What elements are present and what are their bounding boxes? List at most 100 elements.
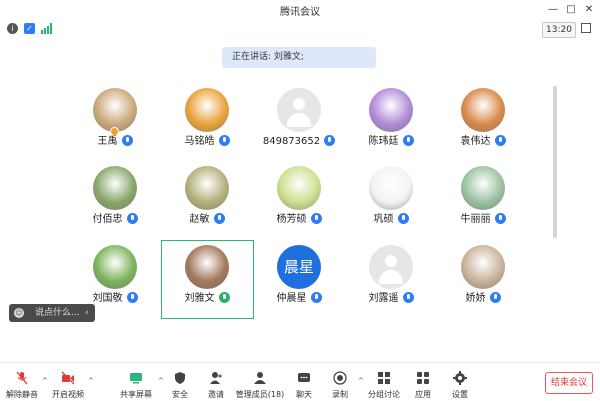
mic-status-icon bbox=[402, 135, 414, 146]
mic-status-icon bbox=[397, 213, 409, 224]
collapse-chevron-icon[interactable]: ‹ bbox=[85, 304, 89, 322]
chat-quick-input[interactable]: ☺ 说点什么... ‹ bbox=[9, 304, 95, 322]
participant-name-row: 849873652 bbox=[254, 135, 344, 149]
participant-name: 刘国敬 bbox=[92, 293, 123, 304]
participant-name-row: 陈玮廷 bbox=[346, 135, 436, 149]
participant-tile[interactable]: 马铭皓 bbox=[162, 88, 252, 168]
chat-icon bbox=[298, 373, 310, 382]
avatar bbox=[461, 166, 505, 210]
participant-name: 刘露遥 bbox=[368, 293, 399, 304]
participant-name-row: 仲晨星 bbox=[254, 292, 344, 306]
maximize-button[interactable]: □ bbox=[562, 2, 580, 18]
toolbar-gear-button[interactable]: 设置 bbox=[450, 363, 470, 401]
speaking-indicator: 正在讲话: 刘雅文; bbox=[222, 47, 376, 68]
participant-name-row: 马铭皓 bbox=[162, 135, 252, 149]
participant-tile[interactable]: 袁伟达 bbox=[438, 88, 528, 168]
participant-name-row: 巩硕 bbox=[346, 213, 436, 227]
toolbar-mic-muted-button[interactable]: 解除静音 bbox=[6, 363, 38, 401]
participant-name: 陈玮廷 bbox=[368, 136, 399, 147]
default-user-icon bbox=[293, 98, 305, 110]
grid-scrollbar[interactable] bbox=[553, 86, 557, 238]
participant-name-row: 赵敏 bbox=[162, 213, 252, 227]
chevron-up-icon[interactable]: ^ bbox=[158, 377, 164, 385]
default-user-body bbox=[287, 113, 311, 127]
shield-icon bbox=[175, 372, 185, 384]
meeting-timer: 13:20 bbox=[542, 22, 576, 38]
toolbar-share-screen-button[interactable]: 共享屏幕 bbox=[120, 363, 152, 401]
mic-status-icon bbox=[218, 135, 230, 146]
end-meeting-button[interactable]: 结束会议 bbox=[545, 372, 593, 394]
shield-icon[interactable]: ✓ bbox=[24, 23, 35, 34]
toolbar-record-button[interactable]: 录制 bbox=[330, 363, 350, 401]
participant-tile[interactable]: 晨星 仲晨星 bbox=[254, 245, 344, 325]
participant-tile[interactable]: 刘露遥 bbox=[346, 245, 436, 325]
participant-name-row: 牛丽丽 bbox=[438, 213, 528, 227]
invite-icon bbox=[210, 372, 222, 384]
gear-icon bbox=[453, 371, 467, 385]
emoji-icon[interactable]: ☺ bbox=[14, 308, 24, 318]
participant-name: 杨芳硕 bbox=[276, 214, 307, 225]
toolbar-breakout-button[interactable]: 分组讨论 bbox=[368, 363, 400, 401]
avatar bbox=[277, 88, 321, 132]
window-title: 腾讯会议 bbox=[280, 7, 320, 18]
avatar bbox=[93, 88, 137, 132]
toolbar-members-button[interactable]: 管理成员(18) bbox=[236, 363, 284, 401]
chevron-up-icon[interactable]: ^ bbox=[358, 377, 364, 385]
default-user-icon bbox=[385, 255, 397, 267]
mic-muted-icon bbox=[16, 371, 28, 385]
participant-name: 王禹 bbox=[97, 136, 118, 147]
signal-icon[interactable] bbox=[41, 23, 53, 34]
chevron-up-icon[interactable]: ^ bbox=[88, 377, 94, 385]
mic-status-icon bbox=[310, 292, 322, 303]
participant-name-row: 王禹 bbox=[70, 135, 160, 149]
mic-status-icon bbox=[489, 292, 501, 303]
title-bar: 腾讯会议 — □ ✕ bbox=[0, 0, 600, 20]
mic-status-icon bbox=[126, 292, 138, 303]
active-speaker-frame bbox=[161, 240, 254, 319]
apps-icon bbox=[417, 372, 429, 384]
toolbar-invite-button[interactable]: 邀请 bbox=[206, 363, 226, 401]
avatar bbox=[369, 88, 413, 132]
video-off-icon bbox=[61, 371, 75, 385]
minimize-button[interactable]: — bbox=[544, 2, 562, 18]
chevron-up-icon[interactable]: ^ bbox=[42, 377, 48, 385]
close-button[interactable]: ✕ bbox=[580, 2, 598, 18]
participant-name-row: 杨芳硕 bbox=[254, 213, 344, 227]
participant-name-row: 袁伟达 bbox=[438, 135, 528, 149]
avatar bbox=[369, 166, 413, 210]
participant-tile[interactable]: 娇娇 bbox=[438, 245, 528, 325]
mic-status-icon bbox=[494, 135, 506, 146]
participant-name-row: 付佰忠 bbox=[70, 213, 160, 227]
participant-name: 牛丽丽 bbox=[460, 214, 491, 225]
toolbar-label: 开启视频 bbox=[52, 390, 84, 399]
participant-tile[interactable]: 巩硕 bbox=[346, 166, 436, 246]
mic-status-icon bbox=[402, 292, 414, 303]
toolbar-video-off-button[interactable]: 开启视频 bbox=[52, 363, 84, 401]
participant-tile[interactable]: 849873652 bbox=[254, 88, 344, 168]
participant-tile[interactable]: 王禹 bbox=[70, 88, 160, 168]
avatar bbox=[93, 166, 137, 210]
participant-name-row: 娇娇 bbox=[438, 292, 528, 306]
participant-tile[interactable]: 陈玮廷 bbox=[346, 88, 436, 168]
participant-tile[interactable]: 杨芳硕 bbox=[254, 166, 344, 246]
breakout-icon bbox=[378, 372, 390, 384]
participant-name: 赵敏 bbox=[189, 214, 210, 225]
mic-status-icon bbox=[494, 213, 506, 224]
participant-name: 巩硕 bbox=[373, 214, 394, 225]
mic-status-icon bbox=[213, 213, 225, 224]
participant-tile[interactable]: 付佰忠 bbox=[70, 166, 160, 246]
info-icon[interactable]: i bbox=[7, 23, 18, 34]
meeting-toolbar: 解除静音 ^ 开启视频 ^ 共享屏幕 ^ 安全 邀请 管理成员(18) 聊天 录制 ^ 分组讨论 应用 设置 bbox=[0, 362, 600, 400]
avatar bbox=[93, 245, 137, 289]
mic-status-icon bbox=[310, 213, 322, 224]
avatar bbox=[461, 88, 505, 132]
participant-name: 仲晨星 bbox=[276, 293, 307, 304]
participant-tile[interactable]: 牛丽丽 bbox=[438, 166, 528, 246]
fullscreen-icon[interactable] bbox=[581, 23, 591, 33]
participant-tile[interactable]: 赵敏 bbox=[162, 166, 252, 246]
mic-status-icon bbox=[121, 135, 133, 146]
meeting-info-bar: i ✓ bbox=[0, 20, 600, 38]
toolbar-label: 设置 bbox=[452, 390, 468, 399]
avatar bbox=[185, 166, 229, 210]
participant-name: 付佰忠 bbox=[92, 214, 123, 225]
